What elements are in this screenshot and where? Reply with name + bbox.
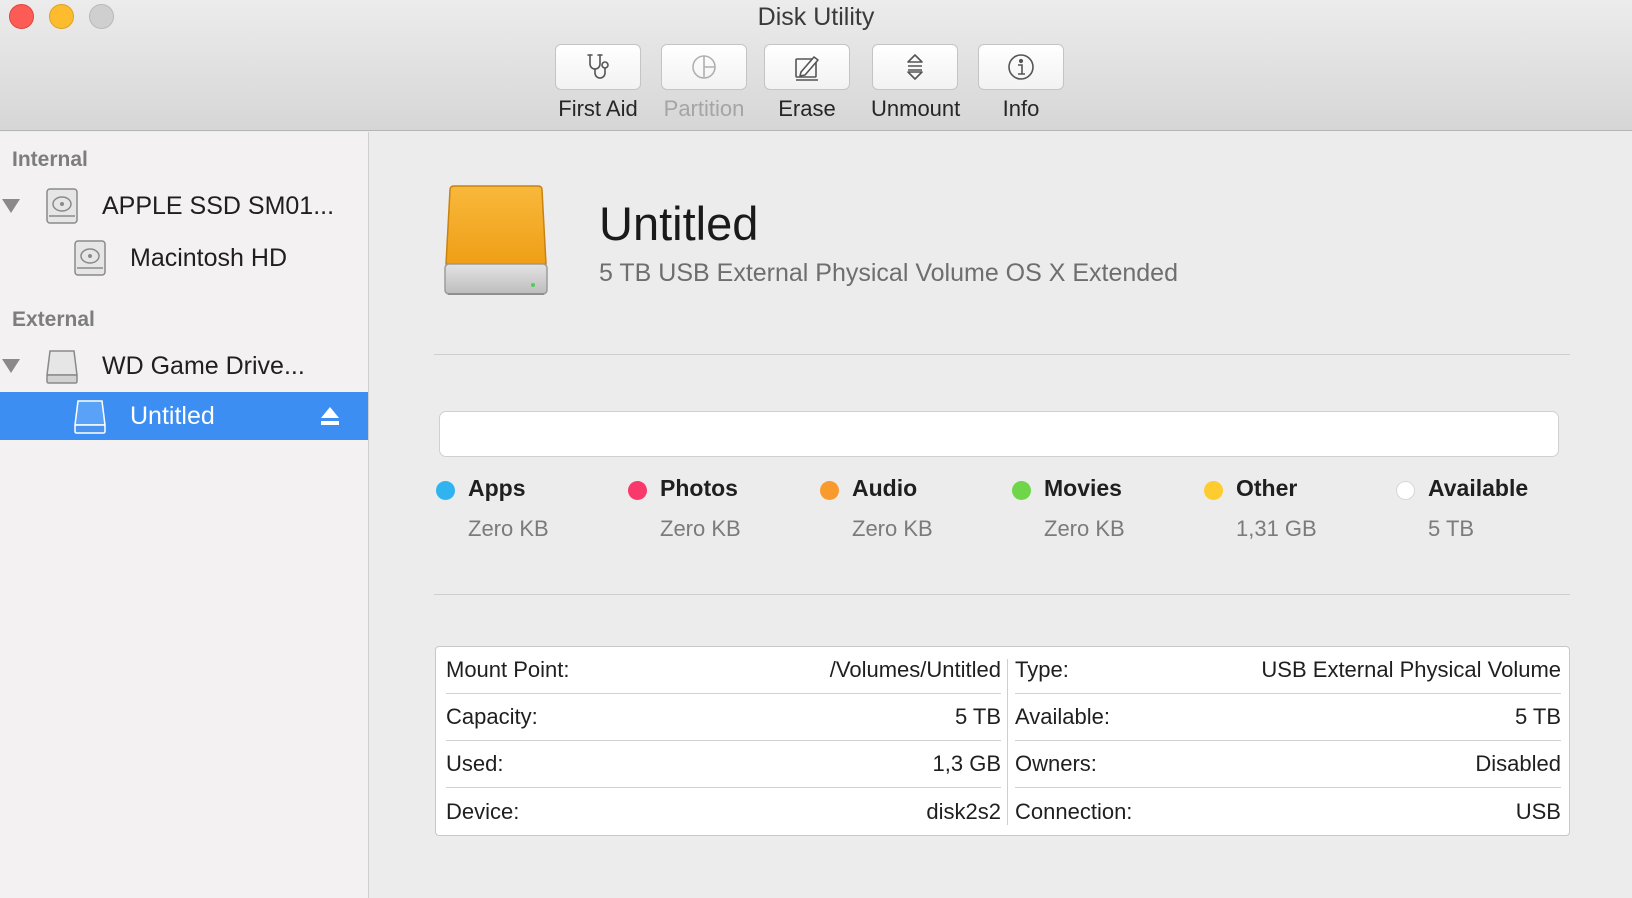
info-row-available: Available: 5 TB <box>1015 694 1561 741</box>
info-label: Type: <box>1015 657 1069 682</box>
sidebar-item-label: APPLE SSD SM01... <box>102 191 335 220</box>
info-label: Info <box>1002 96 1040 121</box>
legend-name: Available <box>1428 475 1529 501</box>
info-value: USB <box>1515 798 1561 824</box>
sidebar-item-label: Macintosh HD <box>130 243 287 272</box>
info-value: /Volumes/Untitled <box>829 657 1001 682</box>
window-title: Disk Utility <box>757 3 875 31</box>
info-row-mount-point: Mount Point: /Volumes/Untitled <box>446 647 1001 694</box>
sidebar: Internal APPLE SSD SM01... Macintosh HD … <box>0 132 369 898</box>
legend-dot <box>1012 481 1031 500</box>
info-row-capacity: Capacity: 5 TB <box>446 694 1001 741</box>
info-row-connection: Connection: USB <box>1015 788 1561 835</box>
info-label: Capacity: <box>446 704 538 729</box>
erase-label: Erase <box>778 96 836 121</box>
disclosure-triangle-icon[interactable] <box>2 359 20 373</box>
first-aid-label: First Aid <box>558 96 638 121</box>
legend-name: Photos <box>660 475 738 501</box>
info-row-type: Type: USB External Physical Volume <box>1015 647 1561 694</box>
info-row-owners: Owners: Disabled <box>1015 741 1561 788</box>
info-value: 1,3 GB <box>932 751 1001 776</box>
erase-button[interactable]: Erase <box>763 44 851 122</box>
disclosure-triangle-icon[interactable] <box>2 199 20 213</box>
eject-icon[interactable] <box>320 405 340 427</box>
sidebar-item-untitled[interactable]: Untitled <box>0 392 368 440</box>
legend-size: 5 TB <box>1428 516 1475 541</box>
legend-size: Zero KB <box>1044 516 1125 541</box>
volume-info-table: Mount Point: /Volumes/Untitled Capacity:… <box>435 646 1570 836</box>
info-button[interactable]: Info <box>977 44 1065 122</box>
volume-name: Untitled <box>599 197 759 250</box>
info-value: 5 TB <box>1514 704 1561 729</box>
sidebar-header-external: External <box>12 308 95 331</box>
info-value: USB External Physical Volume <box>1261 657 1561 682</box>
legend-size: 1,31 GB <box>1236 516 1317 541</box>
legend-name: Apps <box>468 475 526 501</box>
legend-name: Audio <box>852 475 918 501</box>
info-value: disk2s2 <box>926 798 1001 824</box>
legend-size: Zero KB <box>852 516 933 541</box>
internal-disk-icon <box>46 188 78 224</box>
legend-size: Zero KB <box>660 516 741 541</box>
unmount-label: Unmount <box>871 96 961 121</box>
partition-label: Partition <box>663 96 745 121</box>
info-label: Available: <box>1015 704 1110 729</box>
legend-dot <box>820 481 839 500</box>
sidebar-header-internal: Internal <box>12 148 88 171</box>
info-icon <box>1008 54 1034 80</box>
unmount-button[interactable]: Unmount <box>871 44 961 122</box>
storage-usage-bar <box>439 411 1559 457</box>
stethoscope-icon <box>587 54 609 79</box>
volume-description: 5 TB USB External Physical Volume OS X E… <box>599 259 1178 287</box>
divider <box>434 354 1570 355</box>
erase-icon <box>795 56 819 81</box>
sidebar-item-wd-game-drive[interactable]: WD Game Drive... <box>0 342 368 390</box>
partition-icon <box>692 55 716 79</box>
divider <box>434 594 1570 595</box>
unmount-icon <box>907 54 923 80</box>
info-value: Disabled <box>1475 751 1561 776</box>
sidebar-item-label: Untitled <box>130 401 215 430</box>
legend-dot <box>1204 481 1223 500</box>
legend-name: Movies <box>1044 475 1122 501</box>
legend-dot <box>628 481 647 500</box>
sidebar-item-label: WD Game Drive... <box>102 351 305 380</box>
info-column-left: Mount Point: /Volumes/Untitled Capacity:… <box>446 647 1001 837</box>
info-column-divider <box>1007 659 1008 825</box>
info-label: Connection: <box>1015 798 1133 824</box>
legend-size: Zero KB <box>468 516 549 541</box>
info-row-used: Used: 1,3 GB <box>446 741 1001 788</box>
info-value: 5 TB <box>954 704 1001 729</box>
legend-name: Other <box>1236 475 1298 501</box>
legend-dot <box>436 481 455 500</box>
info-label: Device: <box>446 798 520 824</box>
external-drive-icon <box>444 185 548 295</box>
toolbar: Disk Utility First Aid Partition Erase U… <box>0 0 1632 131</box>
info-column-right: Type: USB External Physical Volume Avail… <box>1015 647 1561 837</box>
internal-volume-icon <box>74 240 106 276</box>
external-disk-icon <box>46 350 78 384</box>
info-label: Used: <box>446 751 504 776</box>
external-volume-icon <box>74 400 106 434</box>
partition-button[interactable]: Partition <box>660 44 748 122</box>
legend-dot <box>1396 481 1415 500</box>
info-label: Owners: <box>1015 751 1097 776</box>
main-content: Untitled 5 TB USB External Physical Volu… <box>370 132 1632 898</box>
first-aid-button[interactable]: First Aid <box>554 44 642 122</box>
info-label: Mount Point: <box>446 657 570 682</box>
sidebar-item-macintosh-hd[interactable]: Macintosh HD <box>0 234 368 282</box>
info-row-device: Device: disk2s2 <box>446 788 1001 835</box>
sidebar-item-apple-ssd[interactable]: APPLE SSD SM01... <box>0 182 368 230</box>
